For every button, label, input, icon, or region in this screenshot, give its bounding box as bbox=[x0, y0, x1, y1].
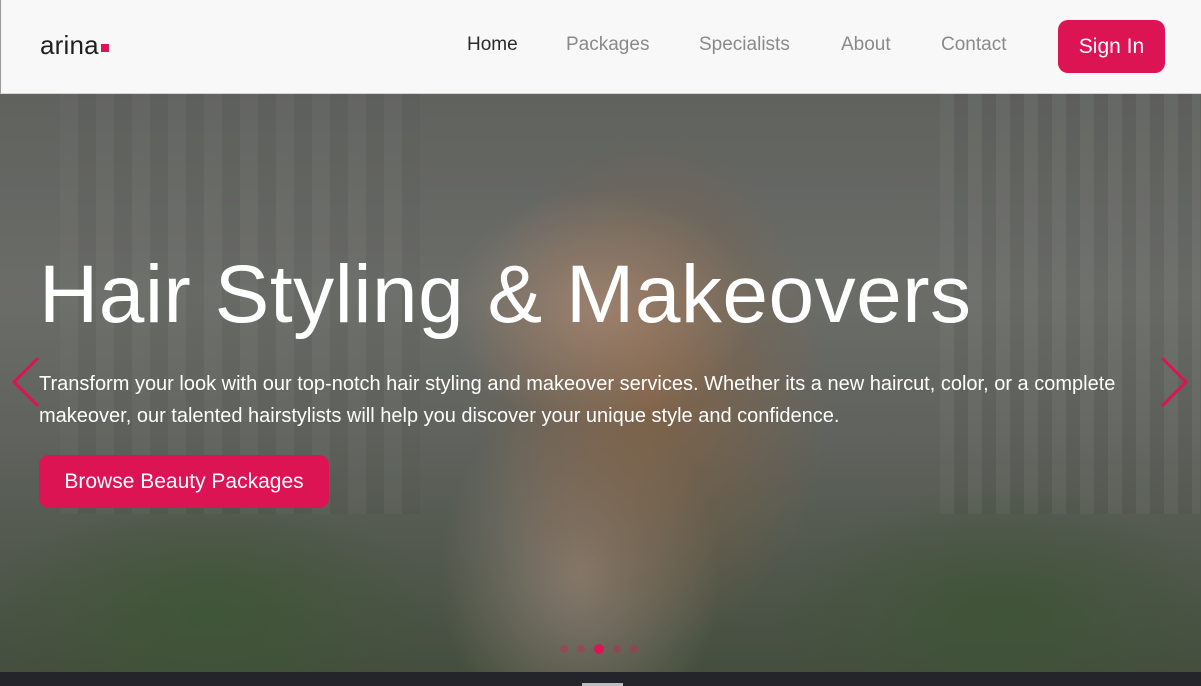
nav-packages[interactable]: Packages bbox=[566, 34, 649, 56]
nav-about[interactable]: About bbox=[841, 34, 891, 56]
carousel-indicators bbox=[560, 644, 638, 654]
chevron-right-icon[interactable] bbox=[1158, 356, 1190, 408]
brand-name: arina bbox=[40, 30, 99, 60]
hero-description: Transform your look with our top-notch h… bbox=[39, 373, 1116, 427]
carousel-dot-5[interactable] bbox=[630, 645, 638, 653]
nav-contact[interactable]: Contact bbox=[941, 34, 1006, 56]
brand-dot-icon bbox=[100, 44, 109, 52]
top-navbar: arina Home Packages Specialists About Co… bbox=[0, 0, 1201, 94]
sign-in-button[interactable]: Sign In bbox=[1058, 20, 1165, 73]
bottom-bar bbox=[0, 672, 1201, 686]
carousel-dot-3[interactable] bbox=[594, 644, 604, 654]
chevron-left-icon[interactable] bbox=[10, 356, 42, 408]
carousel-dot-4[interactable] bbox=[613, 645, 621, 653]
nav-home[interactable]: Home bbox=[467, 34, 518, 56]
hero-title: Hair Styling & Makeovers bbox=[39, 249, 972, 340]
nav-specialists[interactable]: Specialists bbox=[699, 34, 790, 56]
brand-logo[interactable]: arina bbox=[40, 30, 109, 61]
browse-packages-button[interactable]: Browse Beauty Packages bbox=[39, 455, 329, 508]
hero-carousel: Hair Styling & Makeovers Transform your … bbox=[0, 94, 1201, 672]
carousel-dot-2[interactable] bbox=[577, 645, 585, 653]
carousel-dot-1[interactable] bbox=[560, 645, 568, 653]
